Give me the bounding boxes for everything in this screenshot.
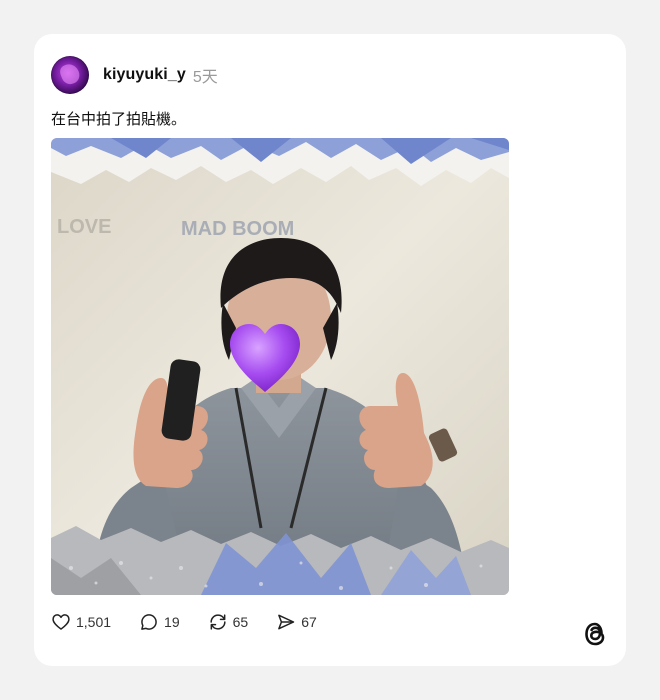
heart-icon [52, 614, 70, 630]
post-card: kiyuyuki_y 5天 在台中拍了拍貼機。 LOVE MAD BOOM 1,… [34, 34, 626, 666]
share-count: 67 [301, 614, 317, 630]
share-button[interactable]: 67 [276, 612, 317, 632]
repost-count: 65 [232, 614, 249, 630]
post-header: kiyuyuki_y 5天 [51, 55, 218, 95]
repost-button[interactable]: 65 [208, 612, 249, 632]
comment-bubble-icon [141, 614, 157, 630]
threads-logo-icon[interactable] [582, 620, 608, 648]
post-text: 在台中拍了拍貼機。 [51, 110, 187, 128]
like-count: 1,501 [76, 614, 112, 630]
photo-booth-image: LOVE MAD BOOM [51, 138, 509, 595]
send-icon [278, 614, 295, 630]
reply-count: 19 [164, 614, 180, 630]
post-time[interactable]: 5天 [193, 63, 218, 87]
reply-button[interactable]: 19 [139, 612, 180, 632]
username[interactable]: kiyuyuki_y [103, 66, 186, 84]
frame-text-left: LOVE [57, 216, 111, 238]
avatar[interactable] [51, 56, 89, 94]
like-button[interactable]: 1,501 [51, 612, 111, 632]
repost-icon [210, 614, 226, 630]
post-photo[interactable]: LOVE MAD BOOM [51, 138, 509, 595]
post-actions: 1,501 19 65 67 [51, 610, 345, 634]
frame-text-right: MAD BOOM [181, 218, 294, 240]
